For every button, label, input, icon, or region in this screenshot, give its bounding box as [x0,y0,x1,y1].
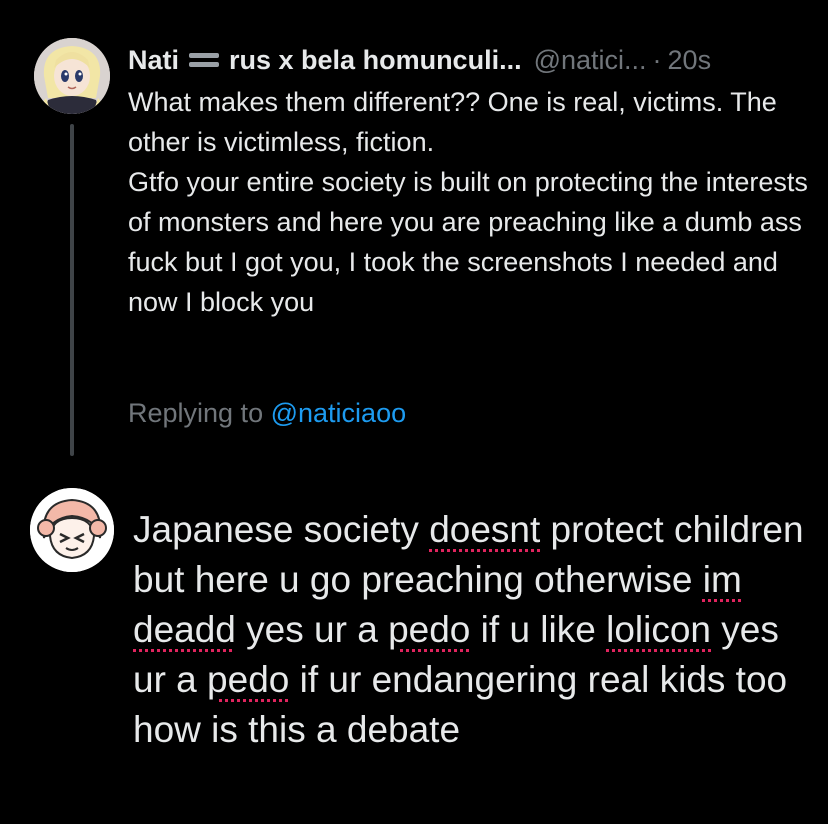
spellcheck-word[interactable]: lolicon [606,609,711,650]
spellcheck-word[interactable]: pedo [207,659,289,700]
user-handle[interactable]: @natici... [534,45,647,76]
spellcheck-word[interactable]: deadd [133,609,236,650]
spellcheck-word[interactable]: doesnt [429,509,540,550]
separator-dot: · [652,44,662,75]
display-name-first[interactable]: Nati [128,45,179,76]
spellcheck-word[interactable]: im [703,559,742,600]
timestamp[interactable]: 20s [668,45,712,76]
reply-draft-text[interactable]: Japanese society doesnt protect children… [133,505,813,755]
tweet-text: What makes them different?? One is real,… [128,87,808,317]
text-segment: yes ur a [235,609,389,650]
spellcheck-word[interactable]: pedo [388,609,470,650]
flag-icon [189,51,220,69]
text-segment: if u like [470,609,607,650]
text-segment: Japanese society [133,509,430,550]
tweet-header: Nati rus x bela homunculi... @natici... … [128,40,711,80]
cartoon-avatar-icon [30,488,114,572]
replying-to-handle[interactable]: @naticiaoo [271,398,407,428]
avatar[interactable] [34,38,110,114]
display-name-rest[interactable]: rus x bela homunculi... [229,45,522,76]
thread-connector-line [70,124,74,456]
anime-avatar-icon [34,38,110,114]
current-user-avatar[interactable] [30,488,114,572]
replying-to-line: Replying to @naticiaoo [128,393,406,433]
replying-to-label: Replying to [128,398,264,428]
